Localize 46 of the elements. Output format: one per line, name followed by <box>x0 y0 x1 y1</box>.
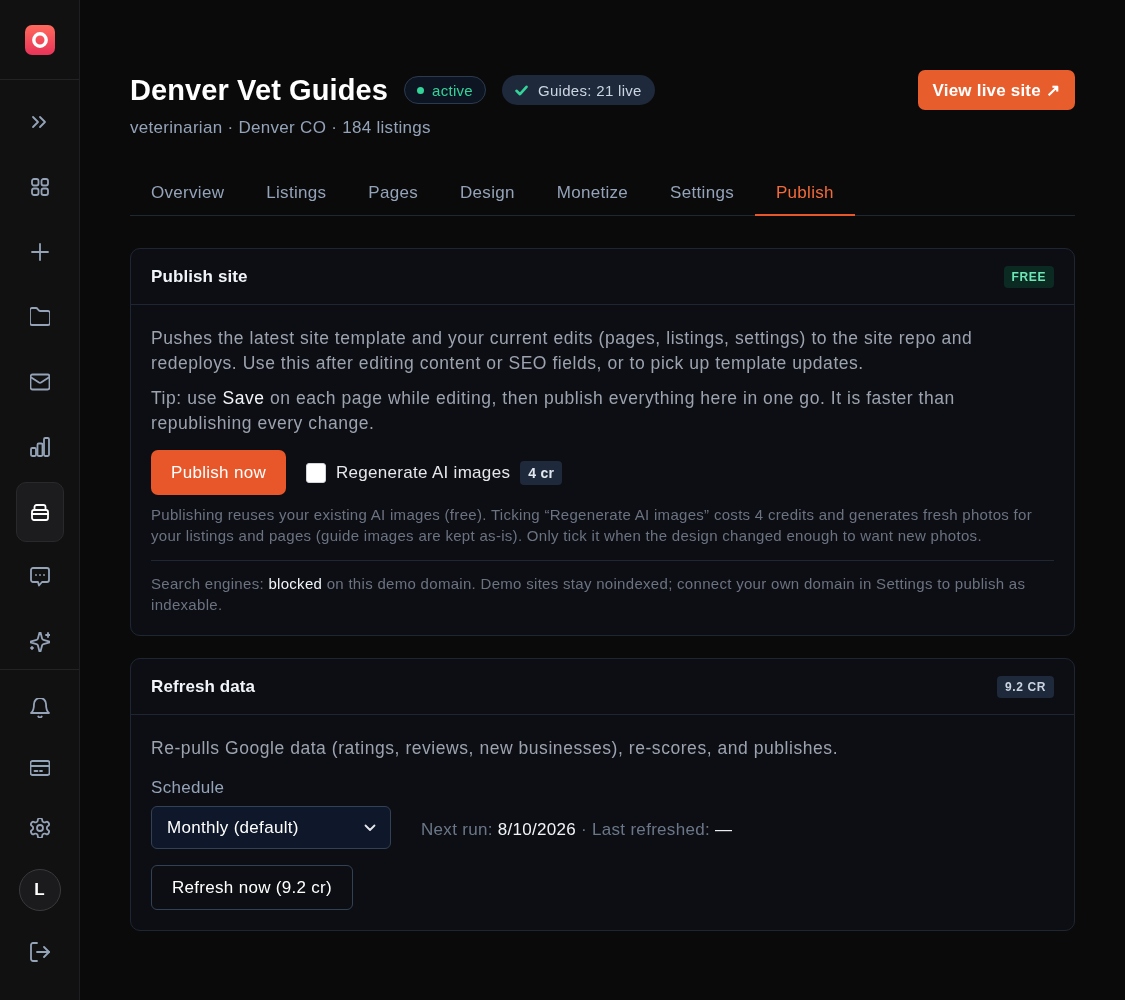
credit-card-icon <box>29 758 50 778</box>
card-badge: 9.2 CR <box>997 675 1054 698</box>
run-status: Next run: 8/10/2026 · Last refreshed: — <box>421 818 733 840</box>
site-title: Denver Vet Guides <box>130 73 388 108</box>
cost-badge: 4 cr <box>520 460 563 485</box>
bell-icon <box>29 698 50 718</box>
tip-text: Tip: use Save on each page while editing, then publish everything here in one go. It is faster than republishing every change. <box>151 387 956 435</box>
tab[interactable]: Publish <box>754 170 855 216</box>
seo-note: Search engines: blocked on this demo domain. Demo sites stay noindexed; connect your own domain in Settings to publish as indexable. <box>151 574 1027 615</box>
refresh-button[interactable]: Refresh now (9.2 cr) <box>151 865 353 910</box>
help-text: Publishing reuses your existing AI images (free). Ticking “Regenerate AI images” costs 4 credits and generates fresh photos for your listings and pages (guide images are kept as-is). Only tick it when the design changed enough to want new photos. <box>151 505 1034 546</box>
tab[interactable]: Settings <box>649 170 755 216</box>
chat-bubble-icon <box>29 567 50 587</box>
grid-icon <box>29 177 50 197</box>
guides-label: Guides: 21 live <box>538 81 642 99</box>
regenerate-checkbox[interactable] <box>305 462 326 483</box>
logout-icon <box>29 942 50 962</box>
user-avatar[interactable]: L <box>18 869 61 911</box>
publish-button[interactable]: Publish now <box>151 450 286 495</box>
sparkles-icon <box>29 632 50 652</box>
schedule-label: Schedule <box>151 777 226 799</box>
settings-icon <box>29 818 50 838</box>
caret-icon <box>364 823 376 832</box>
card-badge: FREE <box>1003 265 1054 288</box>
checkbox-label[interactable]: Regenerate AI images <box>335 462 511 483</box>
mail-icon <box>29 372 50 392</box>
card-description: Pushes the latest site template and your current edits (pages, listings, settings) to the site repo and redeploys. Use this after editing content or SEO fields, or to pick up template updates. <box>151 327 974 375</box>
tab[interactable]: Design <box>439 170 536 216</box>
card-title: Publish site <box>151 266 248 287</box>
folder-icon <box>29 307 50 327</box>
status-dot-icon <box>417 86 424 94</box>
bar-chart-icon <box>29 437 50 457</box>
status-label: active <box>432 81 473 99</box>
sidebar-button[interactable] <box>15 482 64 542</box>
card-title: Refresh data <box>151 676 256 697</box>
schedule-select[interactable]: Monthly (default) <box>151 806 391 849</box>
tab[interactable]: Listings <box>245 170 348 216</box>
card-description: Re-pulls Google data (ratings, reviews, new businesses), re-scores, and publishes. <box>151 737 840 760</box>
site-subtitle: veterinarian · Denver CO · 184 listings <box>130 117 432 139</box>
check-icon <box>515 84 528 96</box>
tab[interactable]: Pages <box>347 170 439 216</box>
tab[interactable]: Monetize <box>535 170 650 216</box>
tab[interactable]: Overview <box>130 170 246 216</box>
logo-icon <box>24 24 55 55</box>
plus-icon <box>29 242 50 262</box>
stacked-box-icon <box>29 502 50 522</box>
